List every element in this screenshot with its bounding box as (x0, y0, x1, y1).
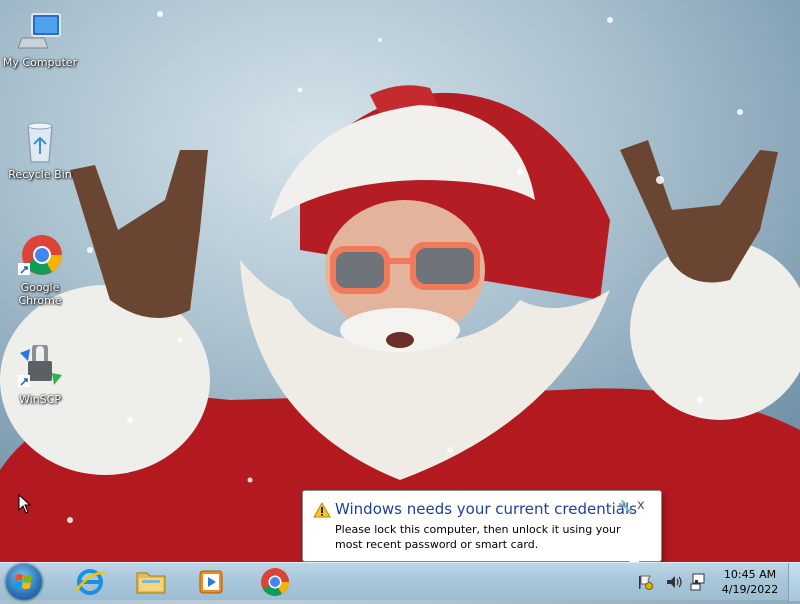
show-desktop-button[interactable] (788, 563, 800, 601)
desktop-icon-label: My Computer (2, 56, 78, 69)
santa-wallpaper-image (0, 0, 800, 562)
notification-title: Windows needs your current credentials (335, 500, 637, 518)
system-clock[interactable]: 10:45 AM 4/19/2022 (718, 567, 782, 597)
taskbar-media-player[interactable] (183, 565, 239, 599)
desktop-icon-recycle-bin[interactable]: Recycle Bin (1, 120, 79, 181)
taskbar: 10:45 AM 4/19/2022 (0, 562, 800, 601)
google-chrome-icon (261, 568, 289, 596)
media-player-icon (199, 570, 223, 594)
clock-date: 4/19/2022 (721, 583, 779, 596)
recycle-bin-icon (18, 120, 62, 164)
desktop-wallpaper (0, 0, 800, 562)
desktop-icon-label: Recycle Bin (8, 168, 72, 181)
speaker-volume-icon[interactable] (665, 573, 683, 591)
start-button[interactable] (6, 564, 42, 600)
wrench-options-icon[interactable]: 🔧 (618, 500, 633, 514)
desktop-icon-label: WinSCP (19, 393, 61, 406)
credentials-notification-balloon[interactable]: Windows needs your current credentials P… (302, 490, 662, 571)
action-center-flag-icon[interactable] (637, 573, 653, 591)
close-notification-button[interactable]: x (637, 498, 645, 513)
notification-message: Please lock this computer, then unlock i… (335, 523, 621, 551)
google-chrome-icon (18, 233, 62, 277)
windows-logo-icon (14, 574, 32, 589)
folder-icon (136, 572, 166, 594)
winscp-icon (18, 341, 62, 389)
mouse-cursor-icon (18, 494, 32, 514)
taskbar-internet-explorer[interactable] (62, 565, 118, 599)
clock-time: 10:45 AM (723, 568, 777, 581)
internet-explorer-icon (74, 569, 107, 595)
computer-icon (17, 8, 62, 52)
network-icon[interactable] (689, 572, 709, 592)
desktop-icon-label: Google Chrome (18, 281, 62, 307)
desktop-icon-winscp[interactable]: WinSCP (1, 341, 79, 406)
desktop-icon-google-chrome[interactable]: Google Chrome (1, 233, 79, 307)
desktop-icon-my-computer[interactable]: My Computer (1, 8, 79, 69)
warning-icon (313, 502, 331, 518)
taskbar-google-chrome[interactable] (247, 565, 303, 599)
taskbar-file-explorer[interactable] (123, 565, 179, 599)
